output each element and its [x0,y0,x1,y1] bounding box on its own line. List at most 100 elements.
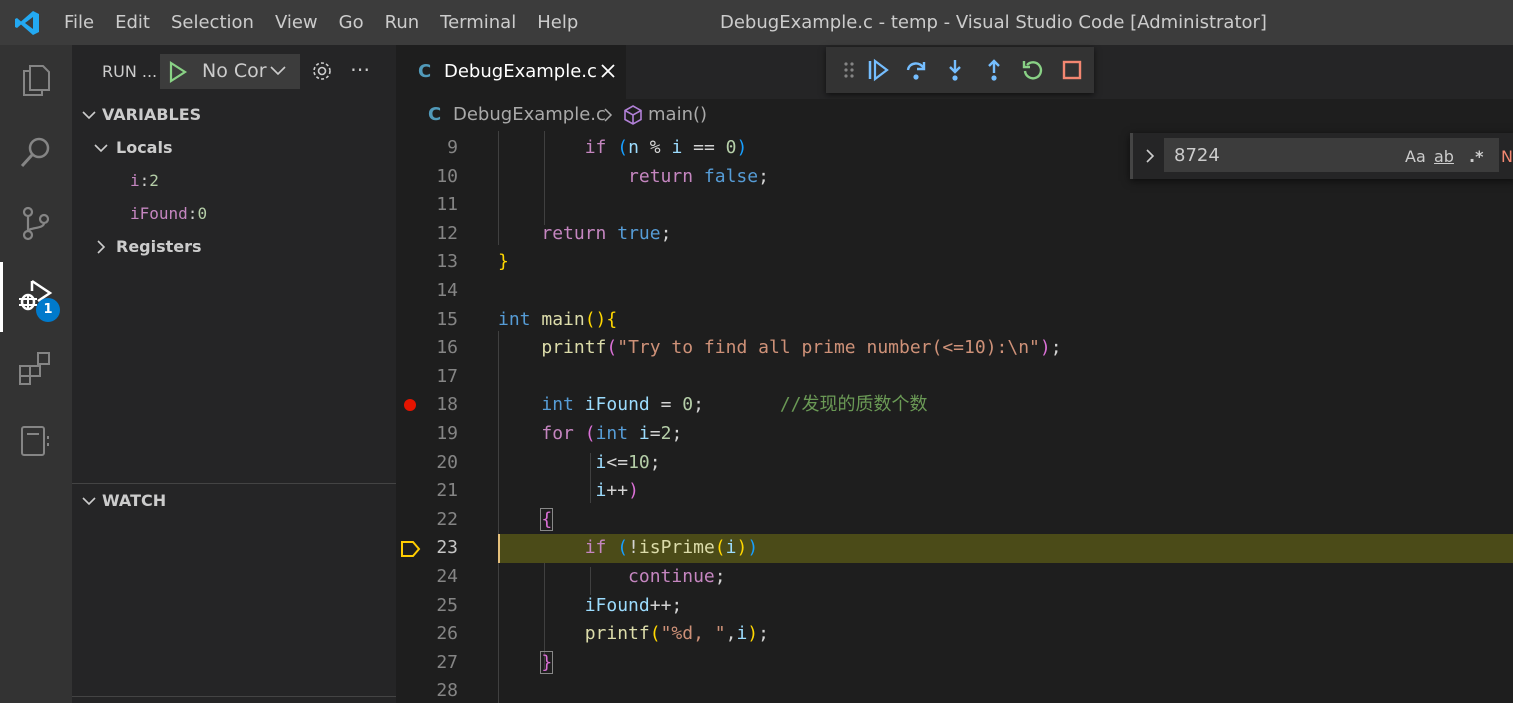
match-case-toggle[interactable]: Aa [1405,147,1426,166]
code-line: 28 [396,677,1513,703]
breadcrumb-symbol[interactable]: main() [648,104,707,125]
explorer-icon[interactable] [16,60,56,100]
line-number: 21 [436,480,458,502]
run-view-title: RUN ... [102,62,158,81]
search-icon[interactable] [16,133,56,173]
line-number: 24 [436,566,458,587]
regex-toggle[interactable]: .* [1469,147,1483,166]
more-actions-icon[interactable]: ⋯ [350,57,370,81]
variable-name: i [130,171,140,190]
variable-row[interactable]: i: 2 [130,171,159,190]
variable-name: iFound [130,204,188,223]
code-text: return false; [628,165,769,187]
start-debugging-icon[interactable] [168,61,188,83]
locals-label: Locals [116,138,173,157]
section-divider [72,483,396,484]
line-number: 18 [436,394,458,416]
code-line: 20 i<=10; [396,449,1513,478]
c-file-icon: C [428,104,442,125]
code-text: i++) [595,480,639,502]
variable-value: 0 [197,204,208,223]
line-number: 9 [447,137,458,158]
chevron-down-icon [82,110,96,119]
close-icon[interactable] [599,62,617,80]
remote-explorer-icon[interactable] [16,420,56,460]
breadcrumb-file[interactable]: DebugExample.c [453,104,606,125]
code-line: 24 continue; [396,563,1513,592]
chevron-down-icon [94,143,108,152]
code-editor[interactable]: 9 if (n % i == 0) 10 return false; 11 12… [396,131,1513,703]
tree-item-registers[interactable]: Registers [92,237,202,256]
code-line-breakpoint: 18 int iFound = 0; //发现的质数个数 [396,391,1513,420]
breadcrumb: C DebugExample.c main() [396,99,1513,131]
code-text: } [540,650,554,674]
line-number: 22 [436,508,458,530]
chevron-down-icon[interactable] [268,60,288,80]
menu-file[interactable]: File [64,12,94,33]
menu-go[interactable]: Go [339,12,364,33]
code-line: 16 printf("Try to find all prime number(… [396,334,1513,363]
find-results-count: N [1501,147,1513,166]
vscode-logo-icon [15,11,39,35]
code-line: 27 } [396,649,1513,678]
code-line: 19 for (int i=2; [396,420,1513,449]
code-line: 21 i++) [396,477,1513,506]
tree-item-locals[interactable]: Locals [92,138,172,157]
menu-bar: File Edit Selection View Go Run Terminal… [64,0,599,45]
stop-icon[interactable] [1060,58,1084,82]
code-text: i<=10; [595,451,661,473]
debug-badge: 1 [36,298,60,322]
menu-edit[interactable]: Edit [115,12,150,33]
chevron-right-icon [97,239,106,254]
line-number: 12 [436,222,458,244]
line-number: 19 [436,423,458,444]
watch-section-header[interactable]: WATCH [80,491,166,510]
menu-terminal[interactable]: Terminal [440,12,516,33]
continue-icon[interactable] [866,58,890,82]
launch-config-name[interactable]: No Cor [202,60,267,82]
variables-section-header[interactable]: VARIABLES [80,105,201,124]
step-over-icon[interactable] [904,58,928,82]
extensions-icon[interactable] [16,348,56,388]
code-line: 22 { [396,506,1513,535]
variables-header-label: VARIABLES [102,105,202,124]
line-number: 16 [436,337,458,359]
step-out-icon[interactable] [982,58,1006,82]
variable-row[interactable]: iFound: 0 [130,204,207,223]
code-text: printf("Try to find all prime number(<=1… [541,337,1062,359]
code-line: 17 [396,363,1513,392]
registers-label: Registers [116,237,202,256]
gear-icon[interactable] [310,59,334,83]
tab-debugexample-c[interactable]: C DebugExample.c [396,45,626,99]
variable-value: 2 [149,171,159,190]
chevron-down-icon [82,496,96,505]
method-cube-icon [624,105,642,125]
activity-bar: 1 [0,45,72,703]
code-text: continue; [628,566,726,587]
menu-view[interactable]: View [275,12,318,33]
source-control-icon[interactable] [16,203,56,243]
menu-run[interactable]: Run [385,12,420,33]
line-number: 14 [436,280,458,301]
menu-selection[interactable]: Selection [171,12,254,33]
code-text: return true; [541,222,672,244]
whole-word-toggle[interactable]: ab [1434,147,1454,166]
code-line: 14 [396,277,1513,306]
code-comment: //发现的质数个数 [779,394,928,416]
restart-icon[interactable] [1021,58,1045,82]
step-into-icon[interactable] [943,58,967,82]
toggle-replace-chevron-icon[interactable] [1143,148,1157,164]
line-number: 26 [436,623,458,645]
menu-help[interactable]: Help [537,12,578,33]
line-number: 15 [436,308,458,330]
tab-label: DebugExample.c [444,61,597,82]
window-title: DebugExample.c - temp - Visual Studio Co… [720,12,1267,33]
code-text: int main(){ [498,308,618,330]
code-text: } [498,251,509,273]
line-number: 11 [436,194,458,216]
code-line-current: 23 if (!isPrime(i)) [396,534,1513,563]
title-bar: File Edit Selection View Go Run Terminal… [0,0,1513,45]
drag-handle-icon[interactable] [838,58,862,82]
run-view-header: RUN ... No Cor ⋯ [72,45,396,99]
c-file-icon: C [418,61,432,82]
